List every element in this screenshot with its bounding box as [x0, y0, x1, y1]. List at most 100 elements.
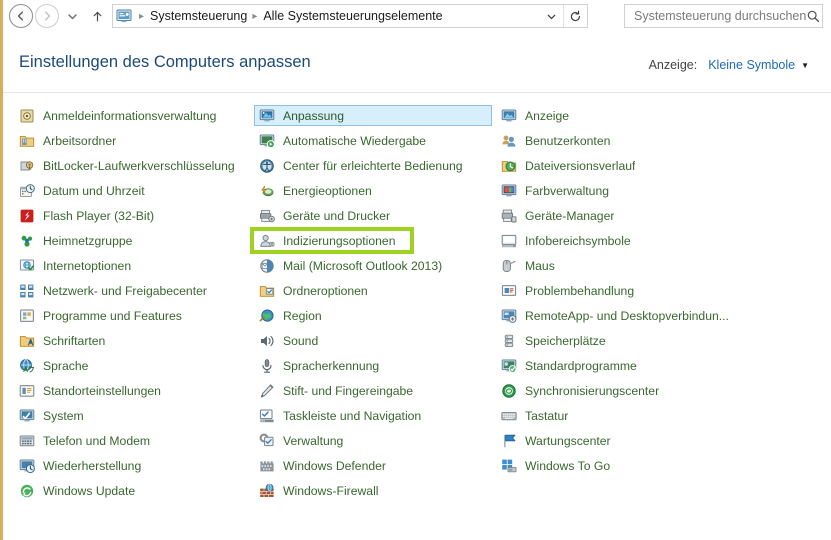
control-panel-item[interactable]: Anmeldeinformationsverwaltung [14, 105, 252, 126]
control-panel-item-label: Sound [283, 333, 319, 348]
bitlocker-icon [19, 158, 35, 174]
control-panel-item[interactable]: RemoteApp- und Desktopverbindun... [496, 305, 734, 326]
recent-locations-button[interactable] [63, 4, 82, 28]
control-panel-item[interactable]: Geräte und Drucker [254, 205, 492, 226]
up-button[interactable] [86, 4, 108, 28]
control-panel-item-label: Indizierungsoptionen [283, 233, 396, 248]
control-panel-item[interactable]: Ordneroptionen [254, 280, 492, 301]
notification-area-icon [501, 233, 517, 249]
control-panel-item-label: Wiederherstellung [43, 458, 142, 473]
control-panel-item-label: Anpassung [283, 108, 344, 123]
control-panel-item[interactable]: Arbeitsordner [14, 130, 252, 151]
address-dropdown-button[interactable] [540, 5, 563, 27]
control-panel-item[interactable]: Farbverwaltung [496, 180, 734, 201]
control-panel-item[interactable]: Sound [254, 330, 492, 351]
control-panel-item[interactable]: Anzeige [496, 105, 734, 126]
control-panel-item-label: Flash Player (32-Bit) [43, 208, 155, 223]
control-panel-item-label: System [43, 408, 84, 423]
control-panel-item[interactable]: Telefon und Modem [14, 430, 252, 451]
control-panel-item-label: Sprache [43, 358, 89, 373]
control-panel-item-label: Spracherkennung [283, 358, 380, 373]
control-panel-item[interactable]: Sprache [14, 355, 252, 376]
control-panel-item[interactable]: Indizierungsoptionen [254, 230, 492, 251]
refresh-button[interactable] [564, 5, 587, 27]
flash-player-icon [19, 208, 35, 224]
control-panel-item-label: Geräte-Manager [525, 208, 615, 223]
control-panel-item[interactable]: Maus [496, 255, 734, 276]
control-panel-item[interactable]: Infobereichsymbole [496, 230, 734, 251]
control-panel-item[interactable]: BitLocker-Laufwerkverschlüsselung [14, 155, 252, 176]
control-panel-item-label: Center für erleichterte Bedienung [283, 158, 463, 173]
control-panel-item[interactable]: Heimnetzgruppe [14, 230, 252, 251]
control-panel-item[interactable]: Flash Player (32-Bit) [14, 205, 252, 226]
page-header: Einstellungen des Computers anpassen Anz… [0, 32, 831, 93]
control-panel-item[interactable]: Anpassung [254, 105, 492, 126]
control-panel-item-label: Maus [525, 258, 555, 273]
control-panel-item[interactable]: Geräte-Manager [496, 205, 734, 226]
control-panel-item[interactable]: Windows Update [14, 480, 252, 501]
control-panel-item-label: Standardprogramme [525, 358, 637, 373]
speech-recognition-icon [259, 358, 275, 374]
control-panel-item[interactable]: System [14, 405, 252, 426]
breadcrumb-item-systemsteuerung[interactable]: Systemsteuerung [150, 9, 247, 23]
control-panel-item[interactable]: Windows-Firewall [254, 480, 492, 501]
network-sharing-icon [19, 283, 35, 299]
control-panel-item-label: Datum und Uhrzeit [43, 183, 145, 198]
control-panel-item[interactable]: Wartungscenter [496, 430, 734, 451]
troubleshooting-icon [501, 283, 517, 299]
folder-options-icon [259, 283, 275, 299]
control-panel-item[interactable]: Schriftarten [14, 330, 252, 351]
address-bar[interactable]: ▸ Systemsteuerung ▸ Alle Systemsteuerung… [112, 4, 588, 28]
control-panel-item[interactable]: Benutzerkonten [496, 130, 734, 151]
control-panel-item[interactable]: Stift- und Fingereingabe [254, 380, 492, 401]
chevron-down-icon[interactable]: ▼ [801, 61, 809, 70]
search-input[interactable]: Systemsteuerung durchsuchen [634, 9, 806, 23]
control-panel-item[interactable]: Verwaltung [254, 430, 492, 451]
control-panel-item[interactable]: Taskleiste und Navigation [254, 405, 492, 426]
control-panel-item[interactable]: Problembehandlung [496, 280, 734, 301]
search-box[interactable]: Systemsteuerung durchsuchen [624, 4, 823, 28]
control-panel-item-label: Heimnetzgruppe [43, 233, 133, 248]
action-center-icon [501, 433, 517, 449]
control-panel-item[interactable]: Automatische Wiedergabe [254, 130, 492, 151]
autoplay-icon [259, 133, 275, 149]
control-panel-item[interactable]: Tastatur [496, 405, 734, 426]
back-button[interactable] [9, 4, 33, 28]
control-panel-items: Anmeldeinformationsverwaltung Arbeitsordn… [0, 93, 831, 540]
control-panel-item-label: Automatische Wiedergabe [283, 133, 426, 148]
control-panel-item-label: Mail (Microsoft Outlook 2013) [283, 258, 443, 273]
view-selector-value[interactable]: Kleine Symbole [708, 58, 795, 72]
control-panel-item[interactable]: Windows To Go [496, 455, 734, 476]
control-panel-item[interactable]: Spracherkennung [254, 355, 492, 376]
power-options-icon [259, 183, 275, 199]
control-panel-item[interactable]: Synchronisierungscenter [496, 380, 734, 401]
control-panel-item[interactable]: Energieoptionen [254, 180, 492, 201]
address-bar-controls [540, 5, 587, 27]
control-panel-item[interactable]: Region [254, 305, 492, 326]
control-panel-item[interactable]: Speicherplätze [496, 330, 734, 351]
control-panel-item-label: Anzeige [525, 108, 570, 123]
control-panel-item[interactable]: Mail (Microsoft Outlook 2013) [254, 255, 492, 276]
view-selector-label: Anzeige: [648, 58, 698, 72]
control-panel-item-label: Anmeldeinformationsverwaltung [43, 108, 217, 123]
control-panel-item[interactable]: Dateiversionsverlauf [496, 155, 734, 176]
fonts-icon [19, 333, 35, 349]
control-panel-item[interactable]: Wiederherstellung [14, 455, 252, 476]
pen-touch-icon [259, 383, 275, 399]
mail-icon [259, 258, 275, 274]
control-panel-item[interactable]: Windows Defender [254, 455, 492, 476]
language-icon [19, 358, 35, 374]
breadcrumb-item-alle-systemsteuerungselemente[interactable]: Alle Systemsteuerungselemente [263, 9, 442, 23]
control-panel-item[interactable]: Netzwerk- und Freigabecenter [14, 280, 252, 301]
control-panel-item-label: Synchronisierungscenter [525, 383, 660, 398]
ease-of-access-icon [259, 158, 275, 174]
control-panel-item[interactable]: Programme und Features [14, 305, 252, 326]
control-panel-item[interactable]: Datum und Uhrzeit [14, 180, 252, 201]
breadcrumb-separator-1: ▸ [139, 10, 145, 22]
forward-button[interactable] [35, 4, 59, 28]
control-panel-item[interactable]: Standardprogramme [496, 355, 734, 376]
control-panel-item-label: Dateiversionsverlauf [525, 158, 636, 173]
control-panel-item[interactable]: Standorteinstellungen [14, 380, 252, 401]
control-panel-item[interactable]: Center für erleichterte Bedienung [254, 155, 492, 176]
control-panel-item[interactable]: Internetoptionen [14, 255, 252, 276]
